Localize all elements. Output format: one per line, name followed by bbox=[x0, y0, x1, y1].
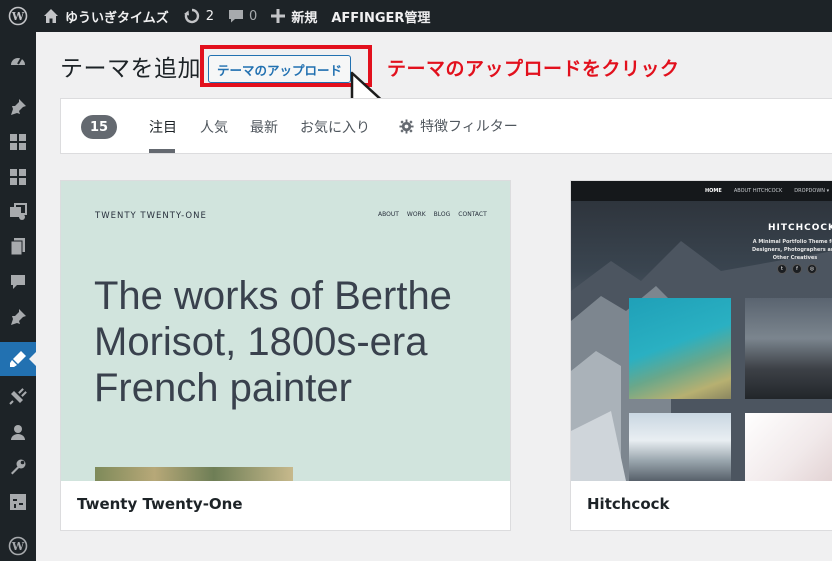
tab-latest[interactable]: 最新 bbox=[250, 117, 278, 137]
menu-pages[interactable] bbox=[0, 230, 36, 264]
preview-nav-item: WORK bbox=[406, 211, 426, 218]
twitter-icon: t bbox=[777, 264, 787, 274]
comment-icon bbox=[229, 10, 244, 23]
theme-name: Hitchcock bbox=[587, 495, 670, 513]
blocks-icon-2 bbox=[10, 169, 26, 185]
admin-side-menu: W bbox=[0, 32, 36, 561]
menu-blocks-2[interactable] bbox=[0, 160, 36, 194]
plugins-icon bbox=[9, 388, 27, 405]
preview-site-title: HITCHCOCK bbox=[768, 223, 832, 233]
annotation-highlight-box bbox=[200, 45, 372, 87]
feature-filter-label: 特徴フィルター bbox=[420, 119, 518, 135]
feature-filter-button[interactable]: 特徴フィルター bbox=[399, 116, 518, 136]
preview-nav-item: CONTACT bbox=[458, 211, 487, 218]
comments-count: 0 bbox=[249, 8, 258, 24]
preview-site-title: TWENTY TWENTY-ONE bbox=[95, 211, 207, 221]
home-icon bbox=[44, 9, 58, 23]
gear-icon bbox=[399, 118, 414, 134]
preview-nav-item: BLOG bbox=[433, 211, 451, 218]
pin-icon bbox=[11, 309, 26, 325]
tab-popular[interactable]: 人気 bbox=[200, 117, 228, 137]
users-icon bbox=[11, 425, 25, 440]
menu-plugins[interactable] bbox=[0, 379, 36, 413]
menu-tools[interactable] bbox=[0, 450, 36, 484]
annotation-text: テーマのアップロードをクリック bbox=[387, 58, 680, 80]
updates-count: 2 bbox=[205, 8, 215, 24]
comments-icon bbox=[11, 275, 25, 289]
settings-icon bbox=[10, 494, 26, 510]
plus-icon bbox=[271, 9, 286, 23]
theme-screenshot[interactable]: HOME ABOUT HITCHCOCK DROPDOWN ▾ HITCHCOC… bbox=[571, 181, 832, 481]
preview-nav-item: ABOUT HITCHCOCK bbox=[733, 188, 783, 194]
preview-image-strip bbox=[95, 467, 293, 481]
site-name-menu[interactable]: ゆういぎタイムズ bbox=[36, 0, 176, 32]
preview-tile-light bbox=[745, 413, 832, 481]
menu-media[interactable] bbox=[0, 195, 36, 229]
pin-icon bbox=[11, 99, 26, 115]
theme-count-badge: 15 bbox=[81, 115, 117, 139]
menu-blocks[interactable] bbox=[0, 125, 36, 159]
theme-name: Twenty Twenty-One bbox=[77, 495, 243, 513]
menu-comments[interactable] bbox=[0, 265, 36, 299]
preview-tile-city bbox=[629, 413, 731, 481]
svg-text:W: W bbox=[11, 540, 25, 553]
new-content-menu[interactable]: 新規 bbox=[264, 0, 324, 32]
wordpress-icon: W bbox=[8, 536, 28, 556]
tab-favorites[interactable]: お気に入り bbox=[300, 117, 370, 137]
menu-collapse[interactable]: W bbox=[0, 529, 36, 561]
instagram-icon: ◎ bbox=[807, 264, 817, 274]
affinger-label: AFFINGER管理 bbox=[331, 10, 431, 26]
preview-headline: The works of Berthe Morisot, 1800s-era F… bbox=[94, 274, 452, 410]
blocks-icon bbox=[10, 134, 26, 150]
tools-icon bbox=[11, 459, 26, 475]
menu-posts[interactable] bbox=[0, 90, 36, 124]
menu-settings[interactable] bbox=[0, 485, 36, 519]
pages-icon bbox=[10, 238, 25, 256]
preview-nav-item: HOME bbox=[705, 188, 722, 194]
tab-featured[interactable]: 注目 bbox=[149, 117, 177, 137]
preview-tile-swimmer bbox=[745, 298, 832, 399]
dashboard-icon bbox=[11, 57, 25, 65]
theme-screenshot[interactable]: TWENTY TWENTY-ONE ABOUT WORK BLOG CONTAC… bbox=[61, 181, 510, 481]
preview-nav: HOME ABOUT HITCHCOCK DROPDOWN ▾ bbox=[571, 181, 832, 201]
svg-text:W: W bbox=[11, 10, 25, 23]
menu-pinned[interactable] bbox=[0, 300, 36, 334]
preview-nav: ABOUT WORK BLOG CONTACT bbox=[378, 211, 487, 218]
admin-bar: W ゆういぎタイムズ 2 0 新規 AFFINGER管理 bbox=[0, 0, 832, 32]
appearance-icon bbox=[10, 351, 26, 367]
active-tab-indicator bbox=[149, 149, 175, 153]
menu-dashboard[interactable] bbox=[0, 44, 36, 78]
updates-menu[interactable]: 2 bbox=[176, 0, 221, 32]
preview-tile-coast bbox=[629, 298, 731, 399]
facebook-icon: f bbox=[792, 264, 802, 274]
media-icon bbox=[10, 203, 27, 220]
theme-card-hitchcock[interactable]: HOME ABOUT HITCHCOCK DROPDOWN ▾ HITCHCOC… bbox=[570, 180, 832, 531]
menu-appearance[interactable] bbox=[0, 342, 36, 376]
site-name: ゆういぎタイムズ bbox=[65, 10, 169, 26]
comments-menu[interactable]: 0 bbox=[221, 0, 264, 32]
new-label: 新規 bbox=[291, 10, 318, 26]
theme-filter-bar: 15 注目 人気 最新 お気に入り 特徴フィルター bbox=[60, 98, 832, 154]
preview-nav-item: DROPDOWN ▾ bbox=[794, 188, 830, 194]
updates-icon bbox=[183, 8, 199, 24]
wp-logo-menu[interactable]: W bbox=[0, 0, 36, 32]
preview-social-links: t f ◎ bbox=[777, 264, 817, 274]
theme-card-twenty-twenty-one[interactable]: TWENTY TWENTY-ONE ABOUT WORK BLOG CONTAC… bbox=[60, 180, 511, 531]
wordpress-icon: W bbox=[8, 6, 28, 26]
page-title: テーマを追加 bbox=[60, 56, 201, 82]
menu-users[interactable] bbox=[0, 415, 36, 449]
preview-tagline: A Minimal Portfolio Theme for Designers,… bbox=[752, 239, 832, 261]
affinger-menu[interactable]: AFFINGER管理 bbox=[324, 0, 437, 32]
preview-nav-item: ABOUT bbox=[378, 211, 399, 218]
